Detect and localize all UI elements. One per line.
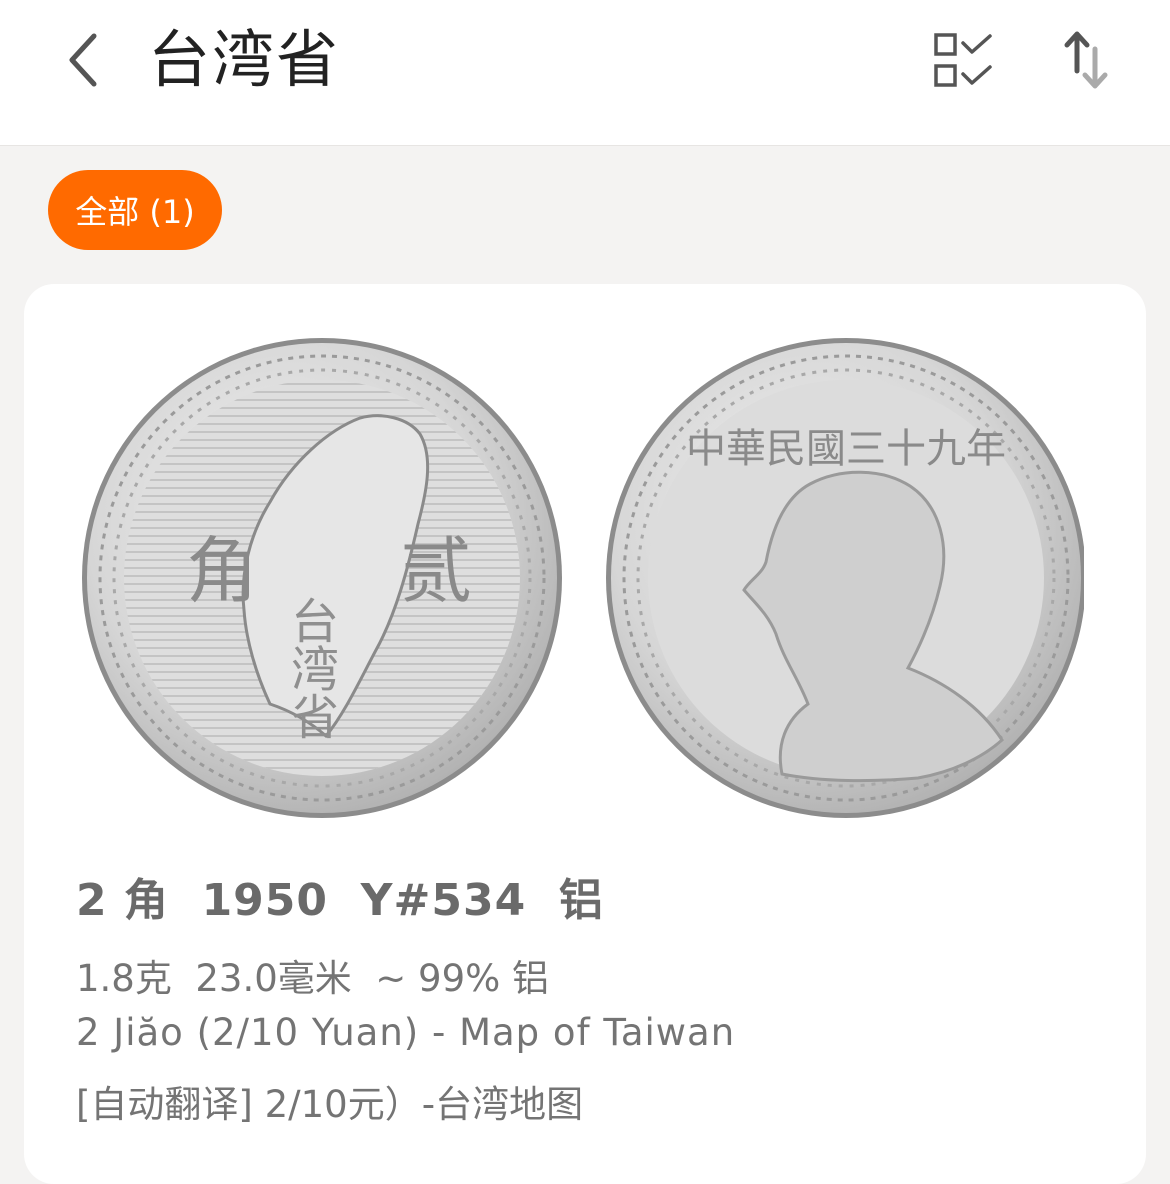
select-button[interactable]	[926, 26, 1002, 94]
coin-card[interactable]: 角 贰 台湾省 中華民國三十九年 2 角 1950 Y#534 铝 1.8克 2…	[24, 284, 1146, 1184]
chevron-left-icon	[69, 33, 97, 87]
header-bar: 台湾省	[0, 0, 1170, 146]
coin-specs: 1.8克 23.0毫米 ~ 99% 铝	[76, 957, 550, 1000]
coin-obverse: 角 贰 台湾省	[82, 338, 562, 818]
coin-reverse: 中華民國三十九年	[606, 338, 1086, 818]
sort-button[interactable]	[1052, 26, 1120, 94]
reverse-legend: 中華民國三十九年	[686, 426, 1006, 472]
coin-title: 2 角 1950 Y#534 铝	[76, 875, 604, 926]
obverse-map-text: 台湾省	[282, 596, 338, 740]
coin-photo: 角 贰 台湾省 中華民國三十九年	[82, 338, 1086, 818]
sort-arrows-icon	[1064, 31, 1108, 89]
checklist-icon	[934, 33, 992, 87]
filter-chip-all[interactable]: 全部 (1)	[48, 170, 222, 250]
coin-name-translated: [自动翻译] 2/10元）-台湾地图	[76, 1083, 584, 1126]
obverse-char-right: 贰	[400, 529, 472, 613]
page-title: 台湾省	[148, 23, 341, 96]
coin-image[interactable]: 角 贰 台湾省 中華民國三十九年	[82, 334, 1086, 832]
back-button[interactable]	[52, 26, 112, 94]
coin-name-en: 2 Jiăo (2/10 Yuan) - Map of Taiwan	[76, 1011, 736, 1054]
obverse-char-left: 角	[186, 529, 258, 613]
